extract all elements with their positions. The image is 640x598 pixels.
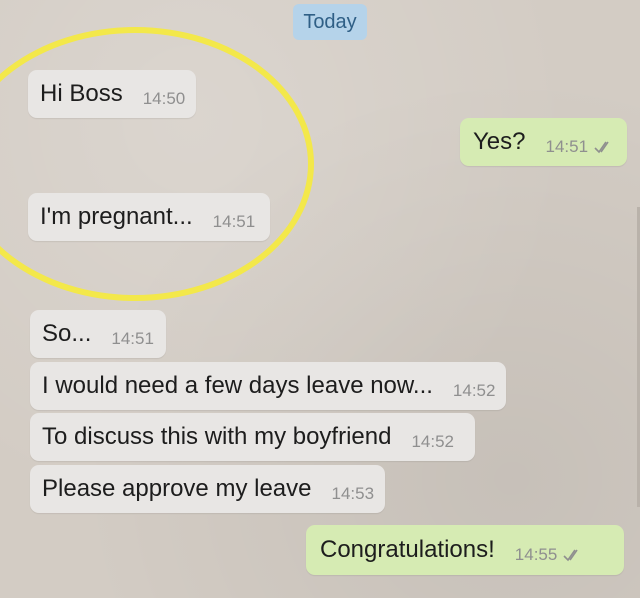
message-text: Hi Boss [40,80,123,107]
message-text: So... [42,320,92,347]
message-time: 14:52 [452,381,496,400]
message-bubble-incoming[interactable]: I'm pregnant... 14:51 [28,193,270,241]
chat-screen: Today Hi Boss 14:50 Yes? 14:51 I'm pregn… [0,0,640,598]
message-time: 14:53 [331,484,375,503]
message-time: 14:55 [514,545,558,564]
double-check-icon [563,548,583,562]
message-text: I would need a few days leave now... [42,372,433,399]
date-separator: Today [293,4,367,40]
message-bubble-incoming[interactable]: Please approve my leave 14:53 [30,465,385,513]
message-time: 14:51 [111,329,154,348]
message-bubble-incoming[interactable]: Hi Boss 14:50 [28,70,196,118]
message-bubble-incoming[interactable]: So... 14:51 [30,310,166,358]
message-bubble-outgoing[interactable]: Yes? 14:51 [460,118,627,166]
message-time: 14:51 [212,212,256,231]
message-text: Please approve my leave [42,475,312,502]
message-bubble-incoming[interactable]: To discuss this with my boyfriend 14:52 [30,413,475,461]
message-time: 14:50 [142,89,186,108]
message-text: Yes? [473,128,526,155]
message-bubble-incoming[interactable]: I would need a few days leave now... 14:… [30,362,506,410]
message-time: 14:51 [545,137,589,156]
message-text: I'm pregnant... [40,203,193,230]
message-time: 14:52 [411,432,455,451]
double-check-icon [594,140,614,154]
message-text: Congratulations! [320,536,495,563]
highlight-ellipse-annotation [0,27,314,301]
message-bubble-outgoing[interactable]: Congratulations! 14:55 [306,525,624,575]
message-text: To discuss this with my boyfriend [42,423,392,450]
